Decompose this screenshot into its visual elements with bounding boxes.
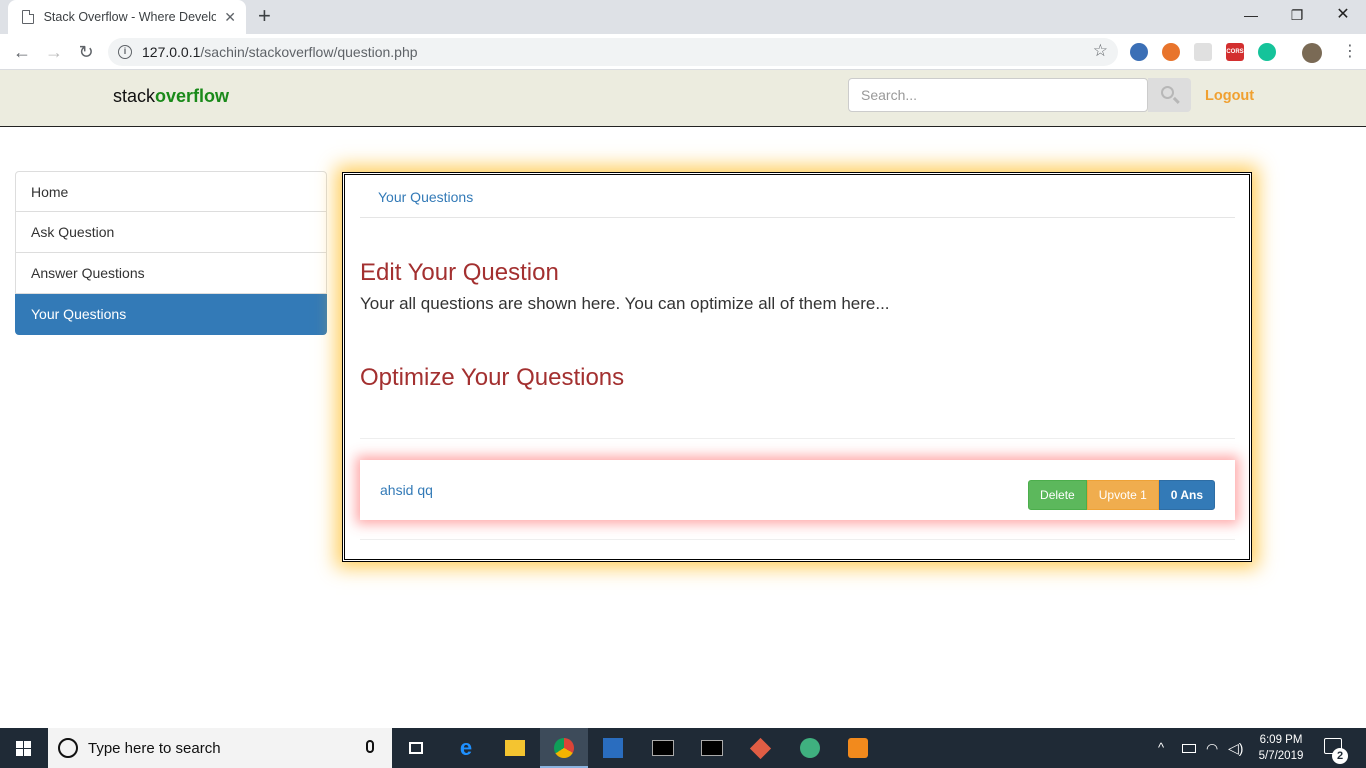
windows-taskbar: Type here to search e ^ ◠ ◁) 6:09 PM 5/7…	[0, 728, 1366, 768]
cortana-icon	[58, 738, 78, 758]
git-button[interactable]	[736, 728, 784, 768]
folder-icon	[505, 740, 525, 756]
battery-icon[interactable]	[1182, 744, 1196, 753]
edit-heading: Edit Your Question	[360, 259, 559, 286]
site-navbar: stackoverflow Logout	[0, 70, 1366, 127]
sublime-button[interactable]	[834, 728, 882, 768]
grammarly-icon[interactable]	[1258, 43, 1276, 61]
minimize-button[interactable]: —	[1228, 0, 1274, 30]
sidebar-item-ask-question[interactable]: Ask Question	[15, 212, 327, 253]
extension-3-icon[interactable]	[1194, 43, 1212, 61]
clock-date: 5/7/2019	[1258, 750, 1304, 762]
reload-button[interactable]: ↻	[74, 40, 98, 64]
windows-logo-icon	[16, 741, 32, 756]
microphone-icon[interactable]	[366, 740, 374, 753]
search-icon	[1161, 86, 1174, 99]
logout-link[interactable]: Logout	[1205, 88, 1254, 104]
chrome-menu-icon[interactable]: ⋮	[1342, 43, 1358, 61]
close-window-button[interactable]: ✕	[1320, 0, 1366, 30]
browser-tab-strip: Stack Overflow - Where Developers Learn …	[0, 0, 1366, 34]
terminal-button-1[interactable]	[638, 728, 686, 768]
edge-button[interactable]: e	[442, 728, 490, 768]
extension-1-icon[interactable]	[1130, 43, 1148, 61]
profile-avatar[interactable]	[1302, 43, 1322, 63]
chrome-button[interactable]	[540, 728, 588, 768]
task-view-icon	[409, 742, 423, 754]
bookmark-star-icon[interactable]: ☆	[1093, 41, 1108, 61]
forward-button[interactable]: →	[42, 40, 66, 64]
new-tab-button[interactable]: +	[258, 5, 271, 27]
wifi-icon[interactable]: ◠	[1206, 740, 1218, 757]
volume-icon[interactable]: ◁)	[1228, 740, 1243, 757]
atom-button[interactable]	[786, 728, 834, 768]
sublime-icon	[848, 738, 868, 758]
upvote-button[interactable]: Upvote 1	[1086, 480, 1159, 510]
start-button[interactable]	[0, 728, 48, 768]
extension-2-icon[interactable]	[1162, 43, 1180, 61]
tab-your-questions[interactable]: Your Questions	[378, 189, 473, 205]
terminal-button-2[interactable]	[687, 728, 735, 768]
task-view-button[interactable]	[392, 728, 440, 768]
info-icon[interactable]: i	[118, 45, 132, 59]
answers-button[interactable]: 0 Ans	[1158, 480, 1215, 510]
terminal-icon	[701, 740, 723, 756]
site-brand[interactable]: stackoverflow	[113, 86, 229, 107]
restore-button[interactable]: ❐	[1274, 0, 1320, 30]
section-divider-bottom	[360, 539, 1235, 540]
address-bar[interactable]: i 127.0.0.1/sachin/stackoverflow/questio…	[108, 38, 1118, 66]
edge-icon: e	[459, 735, 473, 760]
sidebar-item-home[interactable]: Home	[15, 171, 327, 212]
tab-title: Stack Overflow - Where Developers Learn	[43, 10, 217, 24]
notification-badge: 2	[1332, 748, 1348, 764]
question-actions: Delete Upvote 1 0 Ans	[1028, 480, 1215, 510]
git-icon	[749, 737, 772, 760]
taskbar-search[interactable]: Type here to search	[48, 728, 392, 768]
terminal-icon	[652, 740, 674, 756]
taskbar-search-placeholder: Type here to search	[88, 740, 221, 757]
powershell-icon	[603, 738, 623, 758]
sidebar-item-your-questions[interactable]: Your Questions	[15, 294, 327, 335]
optimize-heading: Optimize Your Questions	[360, 364, 625, 391]
cors-extension-icon[interactable]: CORS	[1226, 43, 1244, 61]
section-divider	[360, 438, 1235, 439]
browser-tab[interactable]: Stack Overflow - Where Developers Learn …	[8, 0, 246, 34]
back-button[interactable]: ←	[10, 40, 34, 64]
chrome-icon	[554, 738, 574, 758]
delete-button[interactable]: Delete	[1028, 480, 1087, 510]
url-text: 127.0.0.1/sachin/stackoverflow/question.…	[142, 44, 418, 60]
page-icon	[22, 10, 34, 24]
sidebar-item-answer-questions[interactable]: Answer Questions	[15, 253, 327, 294]
search-button[interactable]	[1148, 78, 1191, 112]
page-description: Your all questions are shown here. You c…	[360, 294, 890, 313]
main-panel: Your Questions Edit Your Question Your a…	[342, 172, 1252, 562]
question-card: ahsid qq Delete Upvote 1 0 Ans	[360, 460, 1235, 520]
clock-time: 6:09 PM	[1259, 734, 1303, 746]
tab-close-icon[interactable]: ✕	[224, 9, 236, 26]
tab-divider	[360, 217, 1235, 218]
taskbar-clock[interactable]: 6:09 PM 5/7/2019	[1250, 732, 1312, 764]
sidebar-nav: Home Ask Question Answer Questions Your …	[15, 171, 327, 335]
atom-icon	[800, 738, 820, 758]
tray-chevron-icon[interactable]: ^	[1158, 740, 1164, 755]
search-input[interactable]	[848, 78, 1148, 112]
file-explorer-button[interactable]	[491, 728, 539, 768]
question-title-link[interactable]: ahsid qq	[380, 482, 433, 498]
powershell-button[interactable]	[589, 728, 637, 768]
